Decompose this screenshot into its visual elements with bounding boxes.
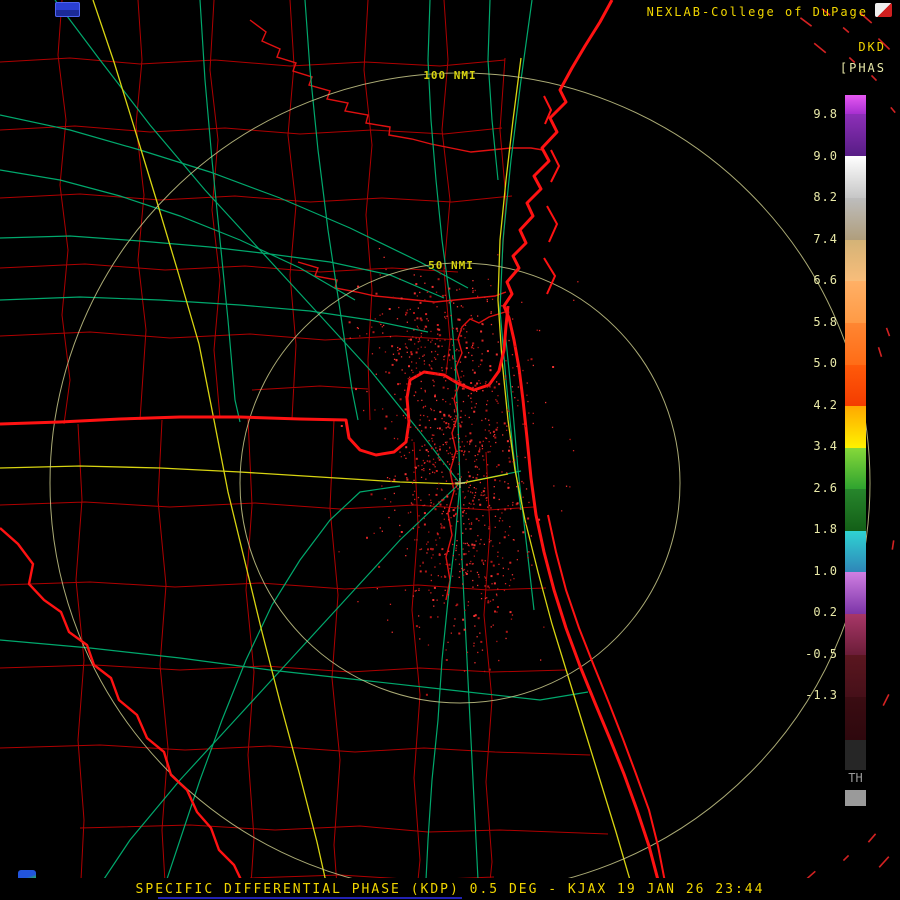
colorbar-tick-label: 7.4 xyxy=(813,231,838,246)
status-bar: SPECIFIC DIFFERENTIAL PHASE (KDP) 0.5 DE… xyxy=(0,878,900,900)
colorbar-tick-label: 9.0 xyxy=(813,148,838,163)
colorbar-segment xyxy=(845,614,866,655)
colorbar-segment xyxy=(845,114,866,156)
colorbar-tick-label: 5.0 xyxy=(813,356,838,370)
colorbar-segment xyxy=(845,365,866,406)
colorbar-tick-label: 3.4 xyxy=(813,439,838,453)
product-code: DKD xyxy=(858,40,886,54)
colorbar-segment xyxy=(845,572,866,614)
colorbar-segment xyxy=(845,697,866,740)
barrier-islands xyxy=(0,95,669,900)
colorbar-tick-label: 1.0 xyxy=(813,563,838,578)
colorbar-tick-label: 2.6 xyxy=(813,480,838,495)
colorbar-segment xyxy=(845,240,866,281)
colorbar-labels: 9.8 9.0 8.2 7.4 6.6 5.8 5.0 4.2 3.4 2.6 1.8 1.0 0.2 -… xyxy=(788,0,838,900)
colorbar-segment xyxy=(845,95,866,114)
colorbar-segment xyxy=(845,406,866,448)
colorbar-segment xyxy=(845,740,866,770)
colorbar-th-block xyxy=(845,790,866,806)
units-label: [PHAS xyxy=(839,61,886,75)
window-icon[interactable] xyxy=(55,2,80,17)
range-ring-label-100: 100 NMI xyxy=(423,69,477,82)
county-boundaries-georgia xyxy=(0,0,513,425)
range-ring-label-50: 50 NMI xyxy=(428,259,474,272)
colorbar-th-label: TH xyxy=(848,771,863,785)
colorbar-tick-label: -0.5 xyxy=(805,646,838,661)
status-underline xyxy=(158,897,462,899)
colorbar-segments xyxy=(845,95,866,770)
product-title: SPECIFIC DIFFERENTIAL PHASE (KDP) 0.5 DE… xyxy=(135,882,765,897)
range-rings xyxy=(49,72,871,894)
colorbar-segment xyxy=(845,448,866,489)
colorbar-tick-label: 4.2 xyxy=(813,397,838,412)
colorbar-tick-label: -1.3 xyxy=(805,688,838,702)
colorbar-segment xyxy=(845,655,866,697)
highways-secondary xyxy=(0,0,589,900)
colorbar-segment xyxy=(845,323,866,365)
radar-map xyxy=(0,0,896,900)
coastline-state-border xyxy=(0,0,665,900)
colorbar-tick-label: 5.8 xyxy=(813,314,838,329)
brand-icon[interactable] xyxy=(875,3,892,17)
colorbar-segment xyxy=(845,489,866,531)
colorbar-segment xyxy=(845,281,866,323)
colorbar-tick-label: 0.2 xyxy=(813,605,838,619)
colorbar-segment xyxy=(845,531,866,572)
colorbar-tick-label: 9.8 xyxy=(813,107,838,121)
colorbar-tick-label: 6.6 xyxy=(813,273,838,287)
colorbar-tick-label: 8.2 xyxy=(813,190,838,204)
colorbar-segment xyxy=(845,156,866,198)
radar-viewer: 100 NMI 50 NMI NEXLAB-College of DuPage … xyxy=(0,0,900,900)
colorbar-tick-label: 1.8 xyxy=(813,522,838,536)
colorbar-segment xyxy=(845,198,866,240)
